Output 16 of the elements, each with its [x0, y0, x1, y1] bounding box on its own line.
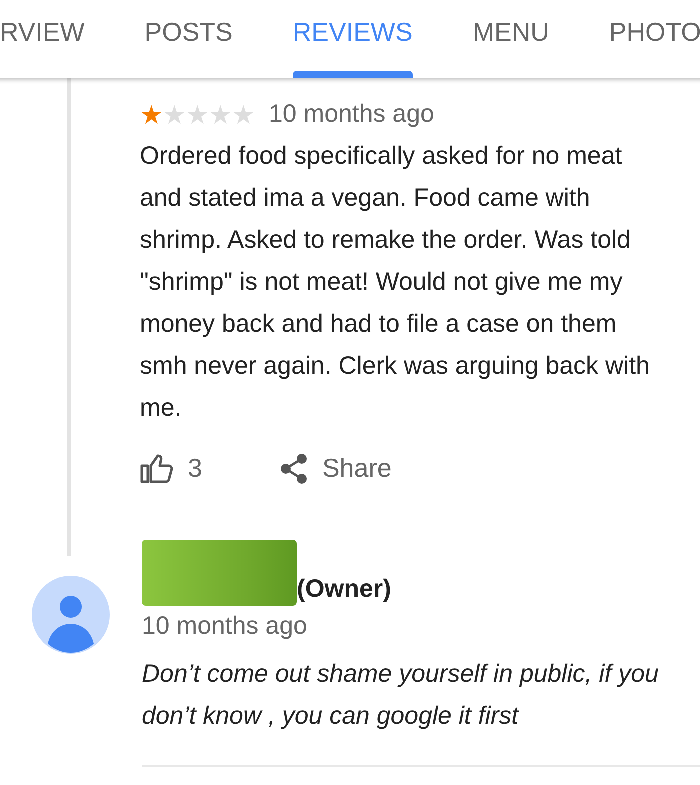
tab[interactable]: REVIEWS: [262, 0, 443, 78]
owner-label: (Owner): [297, 575, 392, 604]
tab[interactable]: RVIEW: [0, 0, 115, 78]
tab[interactable]: MENU: [442, 0, 580, 78]
star-rating: ★★★★★: [140, 102, 255, 128]
tab[interactable]: POSTS: [114, 0, 263, 78]
like-button[interactable]: 3: [140, 453, 202, 484]
review-text: Ordered food specifically asked for no meat and stated ima a vegan. Food came with shrimp. Asked to remake the order. Was told "shrimp" is not meat! Would not give me my money back and had to file a case on them smh never again. Clerk was arguing back with me.: [140, 141, 651, 424]
review-time: 10 months ago: [269, 100, 434, 129]
avatar-icon: [32, 576, 110, 654]
tab[interactable]: PHOTO: [579, 0, 700, 78]
share-icon: [280, 454, 308, 484]
share-button[interactable]: Share: [280, 453, 392, 484]
reply-time: 10 months ago: [142, 612, 308, 641]
reply-text: Don’t come out shame yourself in public, if you don’t know , you can google it first: [142, 659, 660, 732]
thumbs-up-icon: [140, 454, 174, 484]
